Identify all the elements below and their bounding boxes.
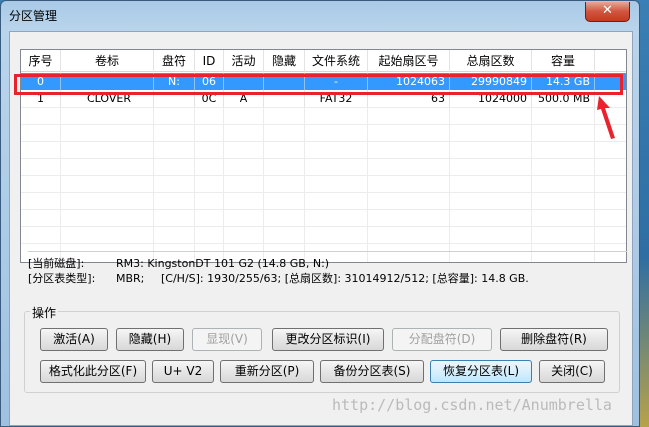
cell-size: 14.3 GB: [532, 73, 595, 90]
partition-type-label: [分区表类型]:: [28, 272, 96, 285]
column-header-start-sector[interactable]: 起始扇区号: [368, 50, 450, 72]
close-button[interactable]: 关闭(C): [539, 360, 605, 383]
cell-index: 1: [21, 90, 61, 107]
activate-button[interactable]: 激活(A): [40, 328, 108, 351]
cell-active: A: [224, 90, 264, 107]
repartition-button[interactable]: 重新分区(P): [220, 360, 314, 383]
table-row[interactable]: 0 N: 06 - 1024063 29990849 14.3 GB: [21, 73, 626, 90]
column-header-hidden[interactable]: 隐藏: [264, 50, 305, 72]
column-header-index[interactable]: 序号: [21, 50, 61, 72]
uplus-v2-button[interactable]: U+ V2: [152, 360, 214, 383]
current-disk-value: RM3: KingstonDT 101 G2 (14.8 GB, N:): [116, 257, 330, 270]
delete-drive-button[interactable]: 删除盘符(R): [500, 328, 608, 351]
cell-drive: [154, 90, 195, 107]
hide-button[interactable]: 隐藏(H): [116, 328, 184, 351]
backup-partition-table-button[interactable]: 备份分区表(S): [320, 360, 424, 383]
restore-partition-table-button[interactable]: 恢复分区表(L): [430, 360, 532, 383]
column-header-drive[interactable]: 盘符: [154, 50, 195, 72]
cell-filesystem: -: [305, 73, 368, 90]
cell-total-sectors: 1024000: [450, 90, 532, 107]
cell-start-sector: 63: [368, 90, 450, 107]
cell-hidden: [264, 90, 305, 107]
cell-total-sectors: 29990849: [450, 73, 532, 90]
format-partition-button[interactable]: 格式化此分区(F): [40, 360, 146, 383]
cell-id: 06: [195, 73, 224, 90]
current-disk-line: [当前磁盘]: RM3: KingstonDT 101 G2 (14.8 GB, …: [28, 256, 627, 271]
annotation-arrow-icon: [597, 96, 615, 139]
cell-label: [61, 73, 154, 90]
cell-id: 0C: [195, 90, 224, 107]
column-header-filesystem[interactable]: 文件系统: [305, 50, 368, 72]
cell-filesystem: FAT32: [305, 90, 368, 107]
show-button[interactable]: 显现(V): [192, 328, 262, 351]
window-title: 分区管理: [9, 9, 58, 23]
partition-type-line: [分区表类型]: MBR; [C/H/S]: 1930/255/63; [总扇区数]…: [28, 271, 627, 286]
column-header-total-sectors[interactable]: 总扇区数: [450, 50, 532, 72]
cell-start-sector: 1024063: [368, 73, 450, 90]
close-window-button[interactable]: ✕: [585, 2, 630, 22]
operations-group-title: 操作: [30, 304, 59, 321]
current-disk-label: [当前磁盘]:: [28, 257, 85, 270]
column-header-active[interactable]: 活动: [224, 50, 264, 72]
chs-info: [C/H/S]: 1930/255/63; [总扇区数]: 31014912/5…: [161, 272, 529, 285]
assign-drive-button[interactable]: 分配盘符(D): [392, 328, 492, 351]
column-header-size[interactable]: 容量: [532, 50, 595, 72]
change-id-button[interactable]: 更改分区标识(I): [272, 328, 384, 351]
cell-drive: N:: [154, 73, 195, 90]
cell-label: CLOVER: [61, 90, 154, 107]
close-icon[interactable]: ✕: [602, 3, 613, 18]
cell-hidden: [264, 73, 305, 90]
cell-active: [224, 73, 264, 90]
cell-size: 500.0 MB: [532, 90, 595, 107]
column-header-id[interactable]: ID: [195, 50, 224, 72]
watermark: http://blog.csdn.net/Anumbrella: [332, 396, 612, 414]
table-header: 序号 卷标 盘符 ID 活动 隐藏 文件系统 起始扇区号 总扇区数 容量: [21, 50, 626, 72]
cell-index: 0: [21, 73, 61, 90]
column-header-label[interactable]: 卷标: [61, 50, 154, 72]
table-row[interactable]: 1 CLOVER 0C A FAT32 63 1024000 500.0 MB: [21, 90, 626, 107]
partition-type-value: MBR;: [116, 272, 145, 285]
partition-table[interactable]: 序号 卷标 盘符 ID 活动 隐藏 文件系统 起始扇区号 总扇区数 容量 0 N…: [20, 49, 627, 263]
disk-info-panel: [当前磁盘]: RM3: KingstonDT 101 G2 (14.8 GB, …: [28, 251, 627, 289]
